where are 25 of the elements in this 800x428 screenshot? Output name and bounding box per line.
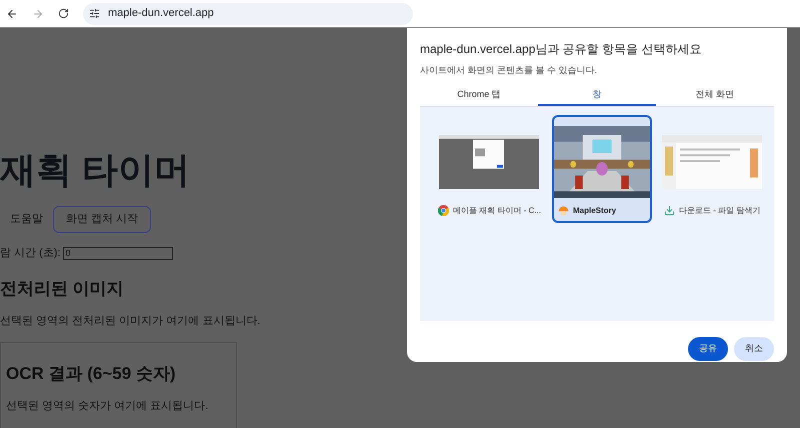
download-icon xyxy=(664,205,675,216)
source-option[interactable]: MapleStory xyxy=(552,114,652,222)
alarm-label: 람 시간 (초): xyxy=(0,246,60,261)
ocr-heading: OCR 결과 (6~59 숫자) xyxy=(6,362,177,384)
mushroom-icon xyxy=(558,205,569,216)
dialog-title: maple-dun.vercel.app님과 공유할 항목을 선택하세요 xyxy=(420,41,702,58)
source-option[interactable]: 메이플 재획 타이머 - C... xyxy=(432,114,546,222)
tab[interactable]: 전체 화면 xyxy=(656,86,774,106)
address-bar[interactable]: maple-dun.vercel.app xyxy=(83,2,413,24)
ocr-text: 선택된 영역의 숫자가 여기에 표시됩니다. xyxy=(6,399,210,414)
site-settings-icon[interactable] xyxy=(89,8,100,19)
dialog-subtitle: 사이트에서 화면의 콘텐츠를 볼 수 있습니다. xyxy=(420,64,598,77)
url-text: maple-dun.vercel.app xyxy=(108,6,214,22)
source-label: MapleStory xyxy=(573,204,616,216)
chrome-icon xyxy=(438,205,449,216)
source-label: 다운로드 - 파일 탐색기 xyxy=(679,204,760,216)
preview-text: 선택된 영역의 전처리된 이미지가 여기에 표시됩니다. xyxy=(0,314,262,329)
section-heading: 전처리된 이미지 xyxy=(0,278,125,300)
reload-icon[interactable] xyxy=(58,8,69,19)
share-button[interactable]: 공유 xyxy=(688,336,728,360)
tab[interactable]: Chrome 탭 xyxy=(420,86,538,106)
back-icon[interactable] xyxy=(6,8,18,20)
cancel-button[interactable]: 취소 xyxy=(734,336,774,360)
source-label: 메이플 재획 타이머 - C... xyxy=(453,204,541,216)
source-option[interactable]: 다운로드 - 파일 탐색기 xyxy=(658,114,766,222)
